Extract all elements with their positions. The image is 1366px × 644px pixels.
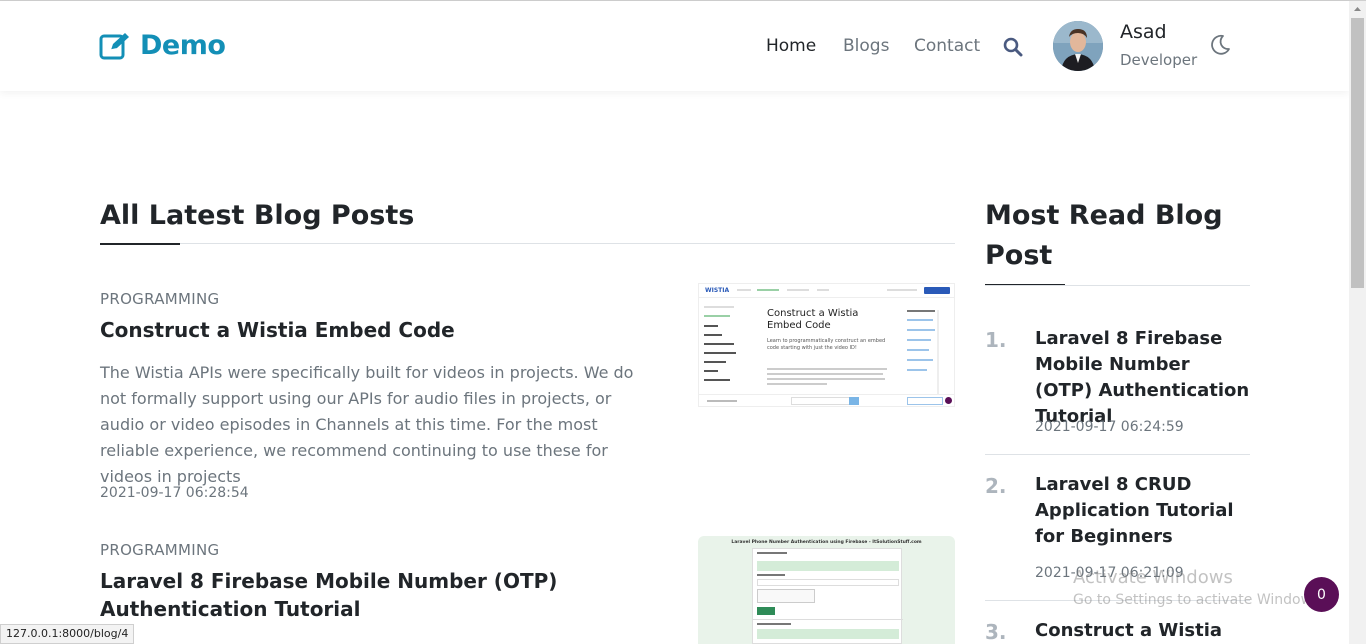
item-number: 2. xyxy=(985,474,1007,498)
nav-blogs[interactable]: Blogs xyxy=(843,36,889,56)
wistia-logo: WISTIA xyxy=(705,287,730,294)
item-number: 1. xyxy=(985,328,1007,352)
thumb-heading: Construct a Wistia Embed Code xyxy=(767,308,859,331)
thumb-footer xyxy=(699,394,954,406)
item-divider xyxy=(985,454,1250,455)
user-photo xyxy=(1053,21,1103,71)
thumb-heading: Laravel Phone Number Authentication usin… xyxy=(731,540,922,545)
status-bar-url: 127.0.0.1:8000/blog/4 xyxy=(0,624,135,644)
post-thumbnail[interactable]: Laravel Phone Number Authentication usin… xyxy=(698,536,955,644)
brand-logo[interactable]: Demo xyxy=(99,30,226,61)
nav-home[interactable]: Home xyxy=(766,36,816,56)
edit-icon xyxy=(99,32,129,59)
heading-accent xyxy=(100,243,180,245)
most-read-heading: Most Read Blog Post xyxy=(985,200,1223,271)
user-role: Developer xyxy=(1120,51,1198,69)
thumb-topbar: WISTIA xyxy=(699,284,954,298)
post-title[interactable]: Construct a Wistia Embed Code xyxy=(100,316,660,344)
post-excerpt: The Wistia APIs were specifically built … xyxy=(100,363,634,486)
user-name: Asad xyxy=(1120,21,1167,43)
item-date: 2021-09-17 06:24:59 xyxy=(1035,419,1184,435)
heading-divider xyxy=(100,243,955,244)
post-thumbnail[interactable]: WISTIA Construct a Wistia Embed Code Lea… xyxy=(698,283,955,407)
scrollbar-thumb[interactable] xyxy=(1351,18,1364,288)
avatar[interactable] xyxy=(1053,21,1103,71)
post-date: 2021-09-17 06:28:54 xyxy=(100,485,249,501)
windows-activation-subtitle: Go to Settings to activate Windows. xyxy=(1073,592,1324,608)
windows-activation-title: Activate Windows xyxy=(1073,567,1233,588)
post-title[interactable]: Laravel 8 Firebase Mobile Number (OTP) A… xyxy=(100,567,660,623)
page-scrollbar[interactable] xyxy=(1349,1,1366,644)
post-category[interactable]: PROGRAMMING xyxy=(100,290,219,308)
item-number: 3. xyxy=(985,620,1007,644)
brand-name: Demo xyxy=(140,30,226,61)
notification-badge[interactable]: 0 xyxy=(1304,577,1339,612)
item-title[interactable]: Construct a Wistia xyxy=(1035,618,1250,644)
dark-mode-moon-icon[interactable] xyxy=(1208,33,1232,57)
item-title[interactable]: Laravel 8 CRUD Application Tutorial for … xyxy=(1035,472,1250,550)
thumb-subtext: Learn to programmatically construct an e… xyxy=(767,338,886,351)
item-title[interactable]: Laravel 8 Firebase Mobile Number (OTP) A… xyxy=(1035,326,1250,430)
nav-contact[interactable]: Contact xyxy=(914,36,980,56)
thumb-form xyxy=(752,548,903,644)
scroll-up-arrow-icon[interactable] xyxy=(1349,1,1366,18)
search-icon[interactable] xyxy=(1003,37,1023,57)
thumb-jump-list xyxy=(907,310,947,371)
most-read-item[interactable]: 1. Laravel 8 Firebase Mobile Number (OTP… xyxy=(985,326,1250,456)
thumb-paragraph xyxy=(767,368,889,385)
heading-divider xyxy=(985,285,1250,286)
site-header: Demo Home Blogs Contact Asad Developer xyxy=(0,1,1349,91)
thumb-sidebar xyxy=(704,306,749,388)
most-read-item[interactable]: 3. Construct a Wistia xyxy=(985,618,1250,644)
post-category[interactable]: PROGRAMMING xyxy=(100,541,219,559)
latest-posts-heading: All Latest Blog Posts xyxy=(100,200,415,231)
